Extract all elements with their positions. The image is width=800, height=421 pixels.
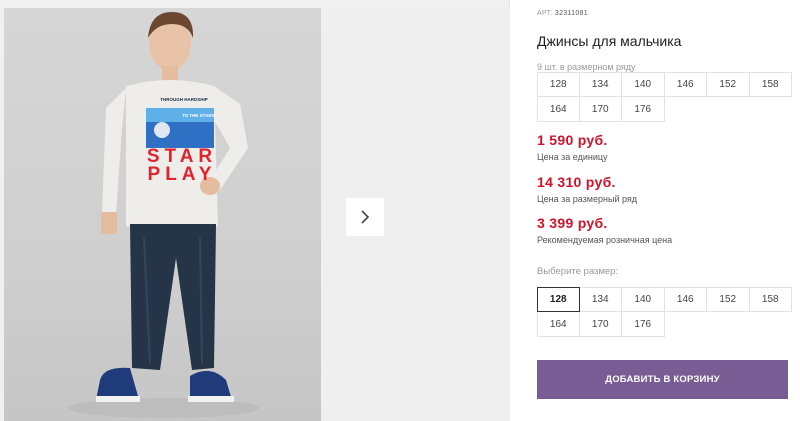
shirt-big-text: STAR PLAY	[142, 147, 222, 185]
retail-price: 3 399 руб.	[537, 215, 608, 231]
size-option[interactable]: 146	[664, 287, 707, 312]
add-to-cart-button[interactable]: ДОБАВИТЬ В КОРЗИНУ	[537, 360, 788, 399]
article-value: 32311081	[554, 10, 588, 17]
unit-price-label: Цена за единицу	[537, 152, 608, 162]
size-row-cell: 140	[622, 72, 665, 97]
size-option[interactable]: 176	[622, 312, 665, 337]
size-row-cell: 158	[749, 72, 792, 97]
size-row-note: 9 шт. в размерном ряду	[537, 62, 636, 72]
size-row-cell: 164	[537, 97, 580, 122]
size-option[interactable]: 140	[622, 287, 665, 312]
chevron-right-icon	[361, 210, 370, 224]
size-option[interactable]: 134	[579, 287, 622, 312]
size-row-price-label: Цена за размерный ряд	[537, 194, 638, 204]
size-row-cell: 170	[579, 97, 622, 122]
size-option[interactable]: 170	[579, 312, 622, 337]
size-option[interactable]: 164	[537, 312, 580, 337]
shirt-print-caption: THROUGH HARDSHIP TO THE STARS	[152, 97, 216, 118]
product-photo[interactable]: THROUGH HARDSHIP TO THE STARS STAR PLAY	[4, 8, 321, 421]
unit-price: 1 590 руб.	[537, 132, 608, 148]
size-row-cell: 152	[707, 72, 750, 97]
boy-model-image	[69, 12, 259, 418]
size-row-grid: 128 134 140 146 152 158 164 170 176	[537, 72, 792, 122]
product-gallery: THROUGH HARDSHIP TO THE STARS STAR PLAY	[0, 0, 510, 421]
product-info-panel: АРТ. 32311081 Джинсы для мальчика 9 шт. …	[537, 0, 800, 421]
product-title: Джинсы для мальчика	[537, 33, 682, 49]
shirt-big-text-line: PLAY	[147, 164, 217, 185]
size-row-cell: 134	[579, 72, 622, 97]
article-label: АРТ.	[537, 10, 553, 17]
size-option[interactable]: 158	[749, 287, 792, 312]
size-row-cell: 128	[537, 72, 580, 97]
size-row-cell: 146	[664, 72, 707, 97]
retail-price-label: Рекомендуемая розничная цена	[537, 235, 673, 245]
size-picker-label: Выберите размер:	[537, 266, 619, 277]
article-number: АРТ. 32311081	[537, 10, 588, 17]
size-option[interactable]: 152	[707, 287, 750, 312]
size-row-cell: 176	[622, 97, 665, 122]
size-picker: 128 134 140 146 152 158 164 170 176	[537, 287, 792, 337]
size-row-price: 14 310 руб.	[537, 174, 616, 190]
size-option-selected[interactable]: 128	[537, 287, 580, 312]
shirt-print-line: THROUGH HARDSHIP	[160, 97, 208, 102]
shirt-print-line: TO THE STARS	[182, 113, 215, 118]
gallery-next-button[interactable]	[346, 198, 384, 236]
